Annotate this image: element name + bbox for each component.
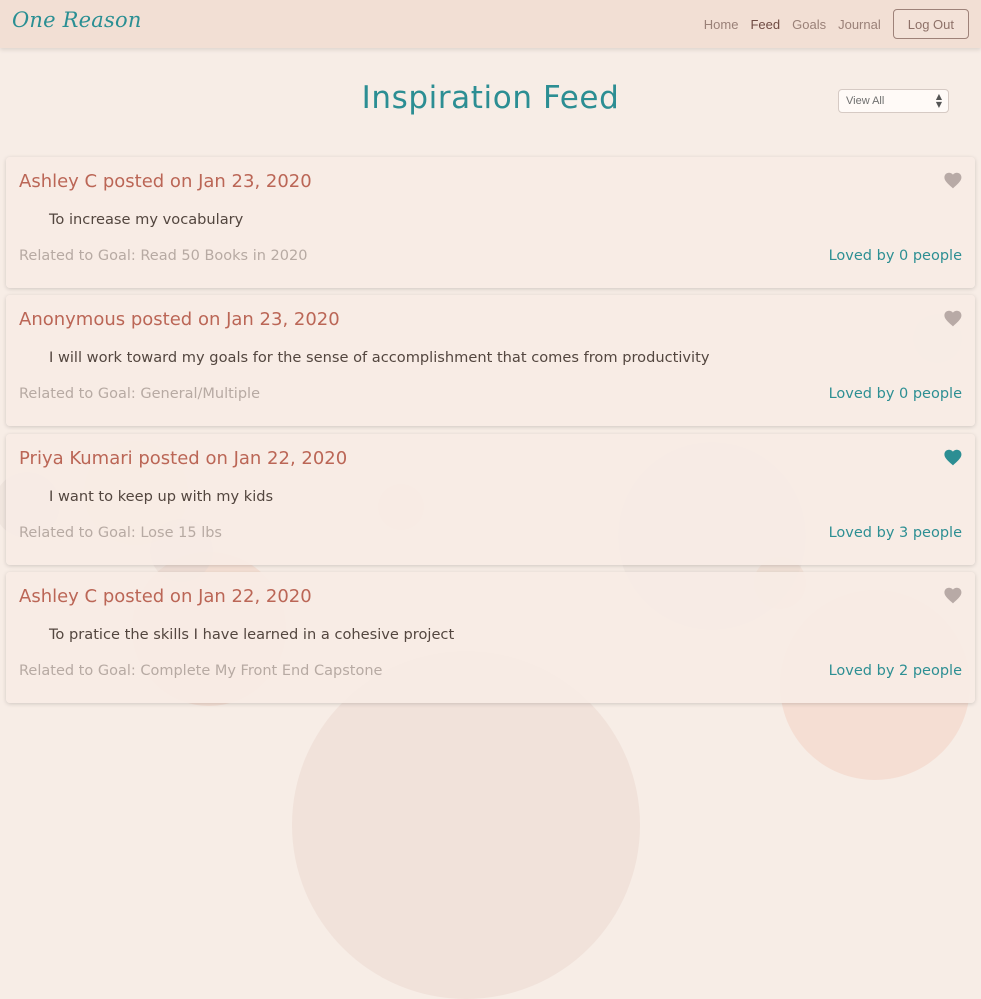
post-header: Anonymous posted on Jan 23, 2020 <box>19 309 340 330</box>
nav-goals[interactable]: Goals <box>790 17 828 32</box>
post-header: Ashley C posted on Jan 23, 2020 <box>19 171 312 192</box>
post-text: To pratice the skills I have learned in … <box>49 626 455 643</box>
brand-logo[interactable]: One Reason <box>12 8 142 32</box>
nav-journal[interactable]: Journal <box>836 17 883 32</box>
nav-home[interactable]: Home <box>702 17 741 32</box>
post-love-count: Loved by 0 people <box>828 248 962 264</box>
post-love-count: Loved by 0 people <box>828 386 962 402</box>
post-related-goal: Related to Goal: Read 50 Books in 2020 <box>19 248 308 264</box>
feed-filter-select[interactable]: View All ▲ ▼ <box>838 89 949 113</box>
top-navbar: One Reason Home Feed Goals Journal Log O… <box>0 0 981 48</box>
post-card: Ashley C posted on Jan 23, 2020 To incre… <box>6 157 975 288</box>
heart-icon <box>944 310 962 327</box>
select-arrows-icon: ▲ ▼ <box>935 92 943 109</box>
post-header: Ashley C posted on Jan 22, 2020 <box>19 586 312 607</box>
post-card: Ashley C posted on Jan 22, 2020 To prati… <box>6 572 975 703</box>
heart-icon <box>944 587 962 604</box>
post-love-count: Loved by 2 people <box>828 663 962 679</box>
feed-filter-value: View All <box>846 95 885 107</box>
post-card: Priya Kumari posted on Jan 22, 2020 I wa… <box>6 434 975 565</box>
heart-icon[interactable] <box>943 171 963 189</box>
logout-button[interactable]: Log Out <box>892 9 969 39</box>
post-love-count: Loved by 3 people <box>828 525 962 541</box>
post-text: I will work toward my goals for the sens… <box>49 349 710 366</box>
heart-icon <box>944 449 962 466</box>
post-related-goal: Related to Goal: General/Multiple <box>19 386 260 402</box>
post-related-goal: Related to Goal: Lose 15 lbs <box>19 525 222 541</box>
post-text: To increase my vocabulary <box>49 211 244 228</box>
post-related-goal: Related to Goal: Complete My Front End C… <box>19 663 383 679</box>
heart-icon[interactable] <box>943 448 963 466</box>
heart-icon[interactable] <box>943 586 963 604</box>
page-title: Inspiration Feed <box>361 80 620 116</box>
heart-icon[interactable] <box>943 309 963 327</box>
post-card: Anonymous posted on Jan 23, 2020 I will … <box>6 295 975 426</box>
post-header: Priya Kumari posted on Jan 22, 2020 <box>19 448 348 469</box>
background-circle <box>292 651 640 999</box>
heart-icon <box>944 172 962 189</box>
nav-feed[interactable]: Feed <box>748 17 782 32</box>
main-navigation: Home Feed Goals Journal Log Out <box>702 9 969 39</box>
post-text: I want to keep up with my kids <box>49 488 274 505</box>
